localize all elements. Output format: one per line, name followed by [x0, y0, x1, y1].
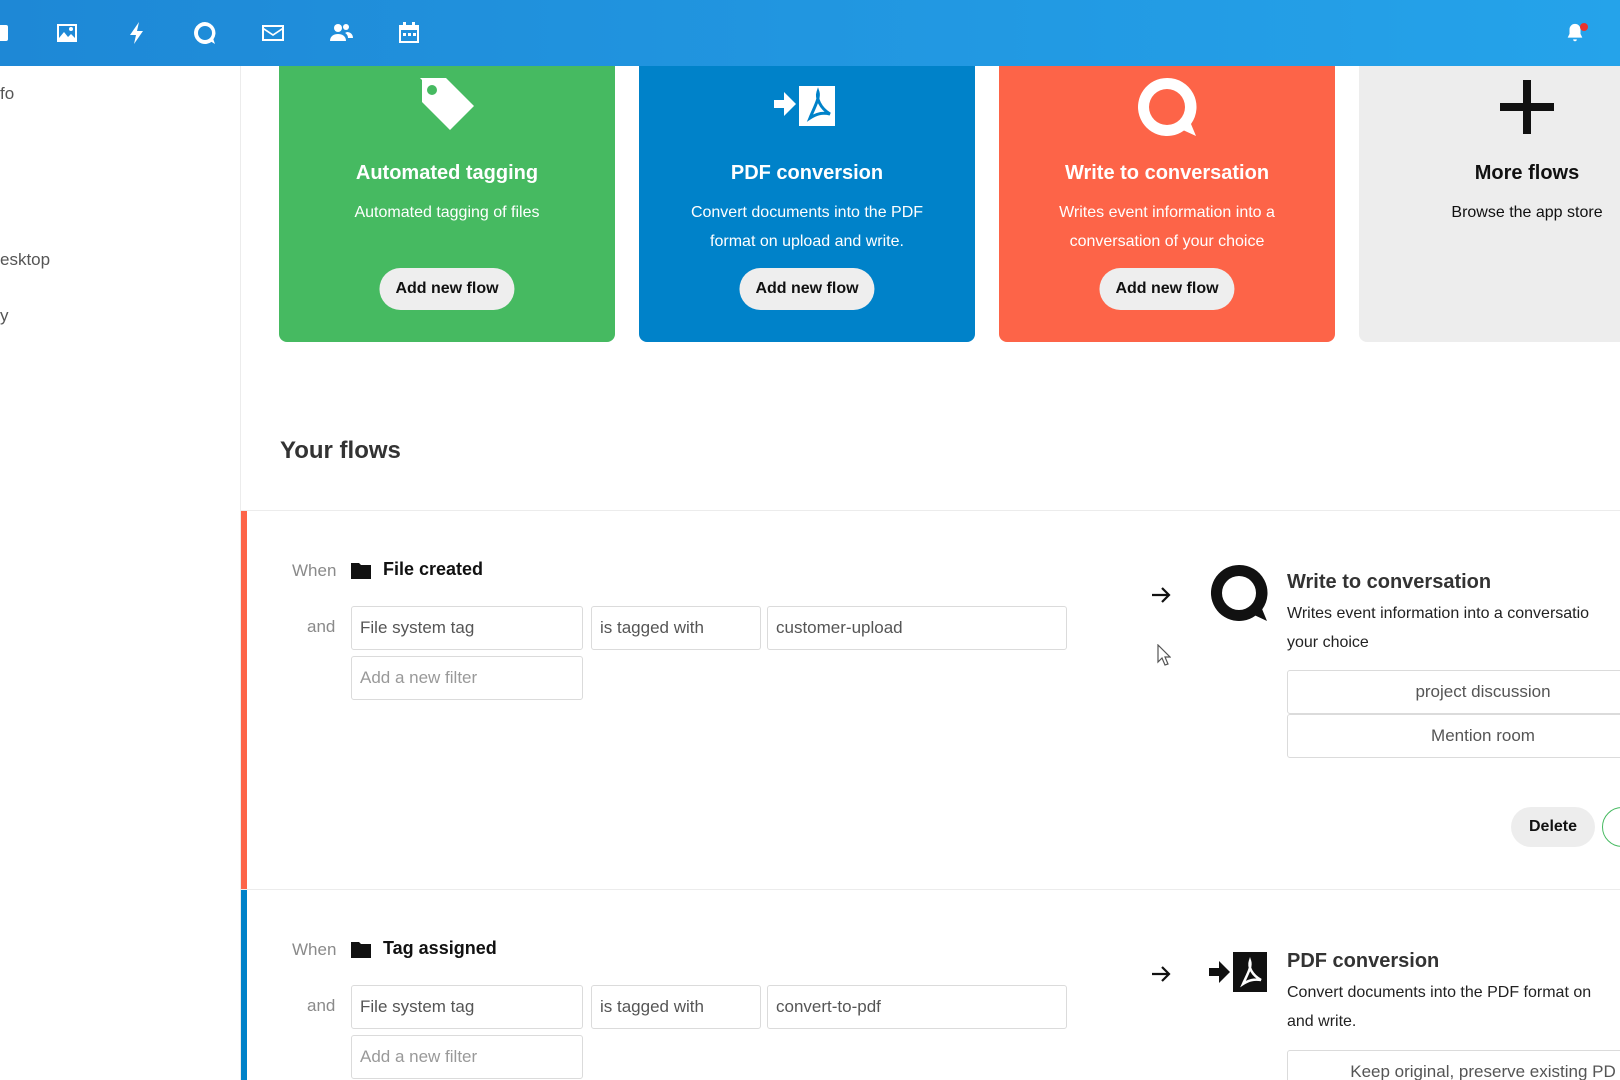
notification-dot — [1580, 23, 1588, 31]
talk-icon[interactable] — [192, 20, 218, 46]
photos-icon[interactable] — [54, 20, 80, 46]
and-label: and — [307, 996, 336, 1015]
flow-row: When Tag assigned and File system tag is… — [241, 890, 1620, 1080]
arrow-right-icon — [1149, 962, 1173, 986]
card-description: Convert documents into the PDF format on … — [690, 204, 924, 250]
add-new-flow-button[interactable]: Add new flow — [739, 268, 875, 310]
and-label: and — [307, 617, 336, 636]
card-pdf-conversion: PDF conversion Convert documents into th… — [639, 66, 975, 342]
calendar-icon[interactable] — [396, 20, 422, 46]
top-navigation-bar — [0, 0, 1620, 66]
card-title: Write to conversation — [1064, 162, 1270, 184]
event-name: Tag assigned — [383, 938, 497, 958]
operation-description: Convert documents into the PDF format on… — [1287, 984, 1592, 1030]
plus-icon — [1492, 72, 1562, 142]
card-title: More flows — [1474, 162, 1580, 184]
filter-property-select[interactable]: File system tag — [351, 985, 583, 1029]
bell-icon[interactable] — [1564, 22, 1588, 44]
flow-accent-bar — [241, 511, 247, 889]
conversation-select[interactable]: project discussion — [1287, 670, 1620, 714]
event-name: File created — [383, 559, 484, 579]
files-icon[interactable] — [0, 20, 12, 46]
event-trigger[interactable]: Tag assigned — [351, 938, 497, 959]
add-new-flow-button[interactable]: Add new flow — [1099, 268, 1235, 310]
filter-value-input[interactable]: customer-upload — [767, 606, 1067, 650]
operation-title: Write to conversation — [1287, 571, 1492, 593]
card-write-to-conversation: Write to conversation Writes event infor… — [999, 66, 1335, 342]
when-label: When — [292, 561, 337, 580]
filter-property-select[interactable]: File system tag — [351, 606, 583, 650]
talk-icon — [1209, 563, 1269, 623]
card-automated-tagging: Automated tagging Automated tagging of f… — [279, 66, 615, 342]
filter-operator-select[interactable]: is tagged with — [591, 606, 761, 650]
contacts-icon[interactable] — [328, 20, 354, 46]
pdf-options-select[interactable]: Keep original, preserve existing PD — [1287, 1050, 1620, 1080]
flow-accent-bar — [241, 890, 247, 1080]
tag-icon — [412, 72, 482, 142]
card-description: Automated tagging of files — [354, 204, 540, 221]
sidebar-item-desktop[interactable]: esktop — [0, 250, 50, 270]
filter-value-input[interactable]: convert-to-pdf — [767, 985, 1067, 1029]
card-title: Automated tagging — [355, 162, 539, 184]
settings-sidebar: fo esktop y — [0, 66, 241, 1080]
sidebar-item-info[interactable]: fo — [0, 84, 14, 104]
your-flows-heading: Your flows — [280, 437, 401, 464]
folder-icon — [351, 941, 371, 958]
save-button[interactable] — [1602, 807, 1620, 847]
card-more-flows[interactable]: More flows Browse the app store — [1359, 66, 1620, 342]
when-label: When — [292, 940, 337, 959]
arrow-right-icon — [1149, 583, 1173, 607]
sidebar-item-privacy[interactable]: y — [0, 306, 9, 326]
filter-operator-select[interactable]: is tagged with — [591, 985, 761, 1029]
operation-description: Writes event information into a conversa… — [1287, 605, 1590, 651]
add-filter-select[interactable]: Add a new filter — [351, 656, 583, 700]
card-title: PDF conversion — [730, 162, 884, 184]
activity-icon[interactable] — [124, 20, 150, 46]
card-description: Browse the app store — [1451, 204, 1603, 221]
event-trigger[interactable]: File created — [351, 559, 483, 580]
add-filter-select[interactable]: Add a new filter — [351, 1035, 583, 1079]
mouse-cursor-icon — [1157, 643, 1172, 666]
talk-icon — [1132, 72, 1202, 142]
operation-title: PDF conversion — [1287, 950, 1440, 972]
mention-select[interactable]: Mention room — [1287, 714, 1620, 758]
delete-button[interactable]: Delete — [1511, 807, 1595, 847]
mail-icon[interactable] — [260, 20, 286, 46]
flow-row: When File created and File system tag is… — [241, 511, 1620, 889]
folder-icon — [351, 562, 371, 579]
add-new-flow-button[interactable]: Add new flow — [379, 268, 515, 310]
pdf-convert-icon — [1209, 946, 1269, 1006]
card-description: Writes event information into a conversat… — [1059, 204, 1275, 250]
pdf-convert-icon — [772, 72, 842, 142]
